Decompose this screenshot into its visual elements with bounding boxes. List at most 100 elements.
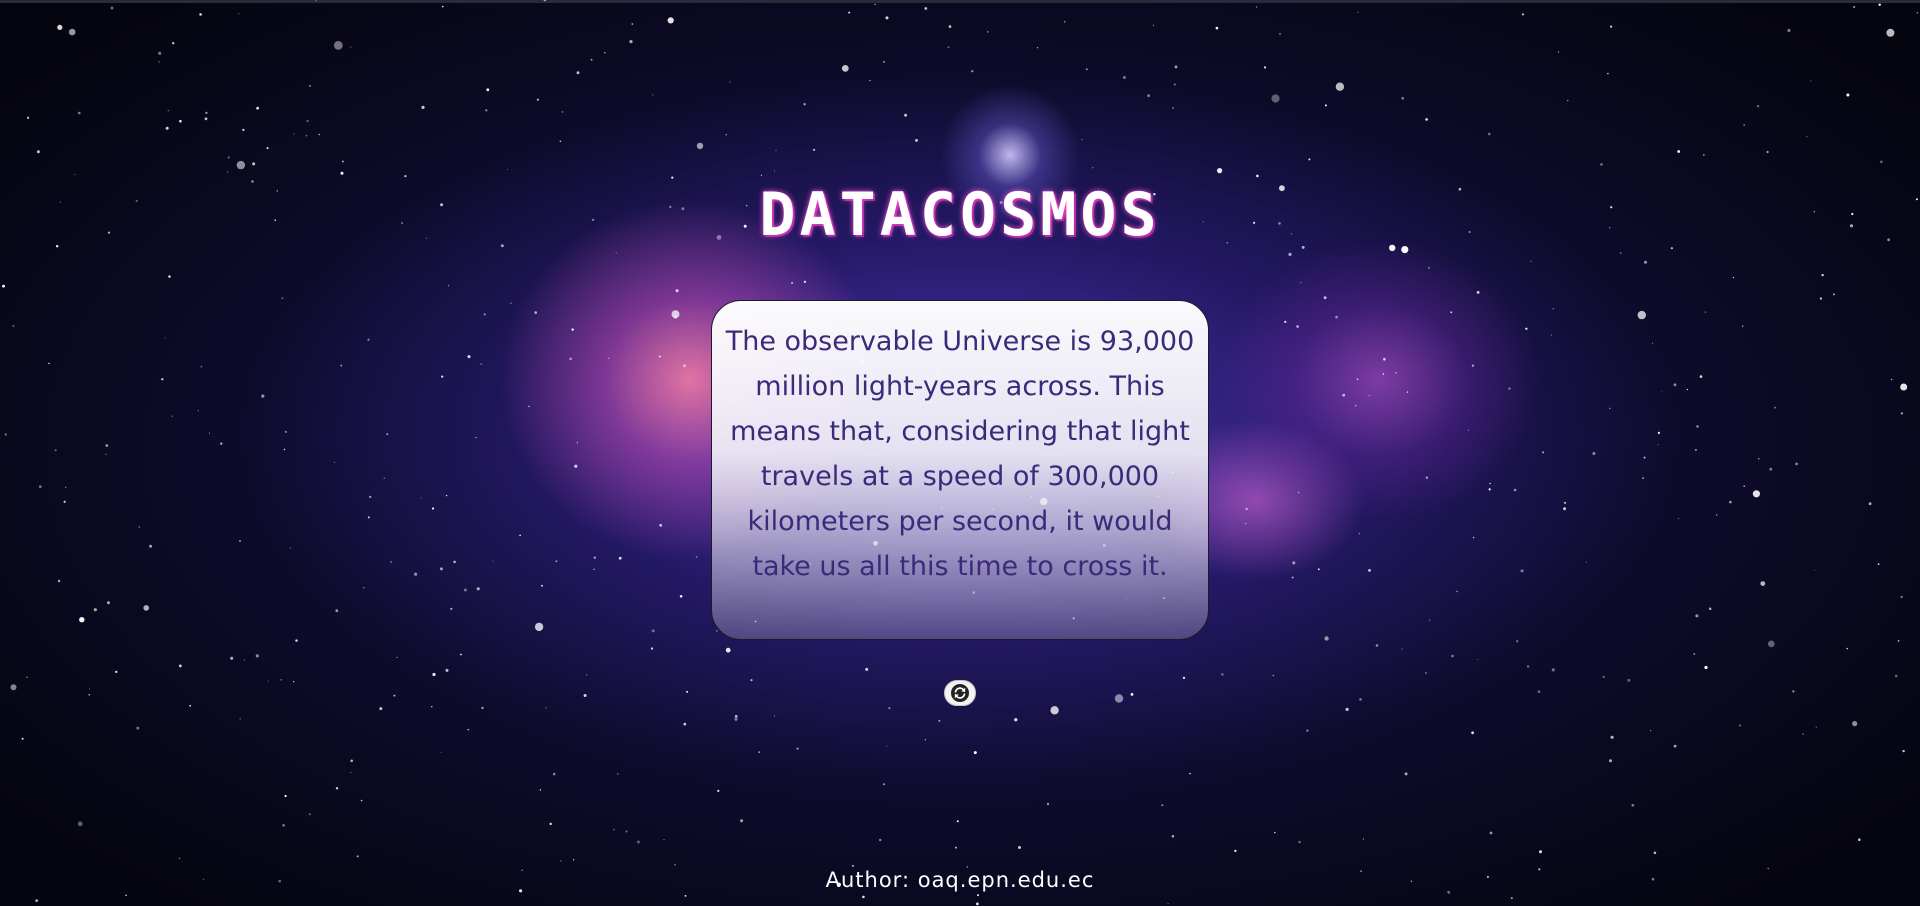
star (576, 71, 580, 75)
star (77, 821, 83, 827)
star (1255, 6, 1258, 8)
star (571, 328, 574, 331)
star (586, 674, 588, 676)
star (1368, 395, 1370, 397)
star (318, 133, 321, 136)
star (486, 88, 490, 92)
star (652, 94, 654, 96)
star (1284, 320, 1287, 323)
star (281, 297, 284, 300)
star (1729, 500, 1732, 504)
star (1567, 99, 1569, 102)
star (1703, 154, 1705, 156)
star (1359, 698, 1362, 701)
star (1036, 47, 1039, 49)
star (740, 819, 744, 823)
star (879, 838, 882, 842)
star (208, 432, 210, 434)
star (671, 176, 674, 179)
star (636, 840, 640, 844)
star (57, 579, 61, 583)
star (1174, 65, 1178, 69)
author-link[interactable]: oaq.epn.edu.ec (918, 868, 1095, 892)
star (158, 51, 162, 55)
star (683, 722, 687, 726)
star (1552, 308, 1554, 310)
star (1585, 561, 1587, 563)
star (973, 751, 977, 755)
star (528, 405, 530, 408)
star (576, 442, 579, 444)
star (79, 617, 85, 623)
star (774, 170, 775, 172)
star (1508, 387, 1511, 390)
star (519, 534, 521, 537)
star (696, 142, 704, 150)
star (1819, 297, 1822, 300)
star (239, 540, 241, 542)
star (421, 105, 425, 109)
star (445, 494, 448, 497)
star (171, 415, 173, 417)
star (938, 719, 941, 722)
star (1217, 168, 1223, 174)
star (4, 433, 7, 436)
star (485, 109, 488, 112)
star (1063, 20, 1066, 23)
star (1760, 581, 1766, 586)
star (431, 507, 435, 510)
star (115, 670, 118, 674)
star (463, 588, 467, 592)
star (1471, 364, 1475, 367)
star (1787, 28, 1791, 33)
star (1306, 729, 1309, 732)
star (110, 6, 114, 10)
star (1324, 636, 1329, 641)
star (1894, 674, 1898, 678)
star (841, 65, 849, 72)
star (1272, 674, 1274, 677)
star (367, 516, 370, 519)
star (659, 523, 663, 527)
star (1739, 724, 1742, 727)
star (1815, 726, 1817, 728)
refresh-fact-button[interactable] (944, 680, 976, 706)
star (1890, 378, 1893, 381)
star (243, 659, 245, 661)
star (1743, 485, 1745, 488)
star (1221, 673, 1224, 676)
star (89, 688, 91, 690)
star (227, 171, 229, 173)
star (1427, 266, 1430, 269)
star (396, 656, 398, 659)
star (549, 822, 552, 826)
star (386, 433, 389, 435)
star (21, 737, 24, 740)
star (261, 394, 265, 398)
star (625, 830, 628, 833)
star (333, 41, 343, 50)
star (1756, 105, 1760, 108)
star (390, 561, 392, 563)
star (475, 436, 477, 439)
star (165, 126, 169, 130)
star (679, 595, 683, 598)
star (924, 7, 928, 10)
star (453, 560, 456, 564)
star (673, 315, 677, 319)
star (295, 639, 298, 642)
star (1653, 851, 1657, 855)
star (1539, 850, 1542, 854)
star (1173, 83, 1176, 86)
star (1357, 11, 1359, 13)
star (541, 584, 543, 587)
star (149, 544, 153, 548)
star (189, 704, 192, 707)
star (888, 707, 891, 710)
star (143, 605, 149, 611)
star (1297, 491, 1300, 494)
star (791, 282, 794, 284)
star (1279, 33, 1281, 35)
star (1792, 690, 1795, 693)
star (947, 46, 950, 49)
